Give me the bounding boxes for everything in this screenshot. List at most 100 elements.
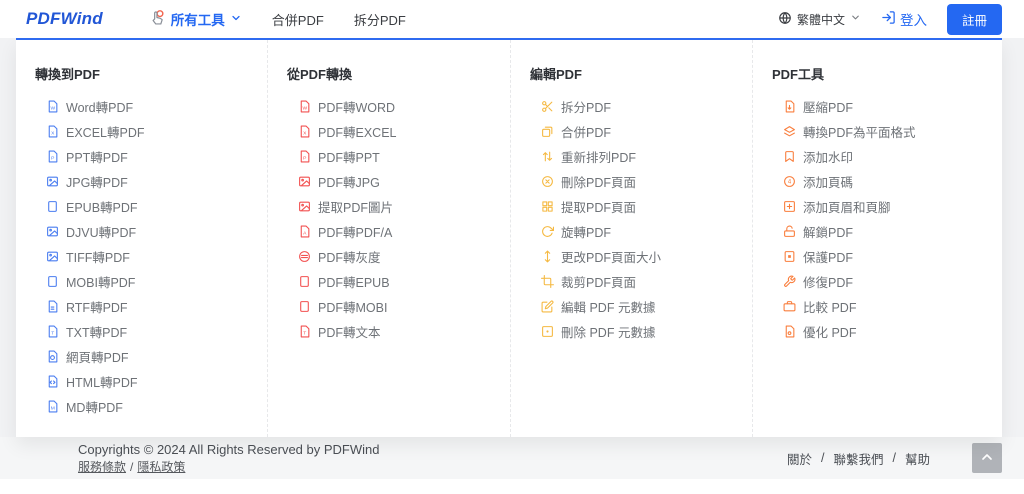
wrench-icon <box>782 275 796 289</box>
separator: / <box>892 451 896 465</box>
about-link[interactable]: 關於 <box>787 449 812 468</box>
menu-item-label: 裁剪PDF頁面 <box>561 276 637 290</box>
scissors-icon <box>540 100 554 114</box>
menu-item[interactable]: EPUB轉PDF <box>35 194 267 219</box>
menu-item-label: 保護PDF <box>803 251 854 265</box>
chevron-down-icon <box>230 12 242 27</box>
menu-item-label: 刪除PDF頁面 <box>561 176 637 190</box>
menu-item[interactable]: 修復PDF <box>772 269 1002 294</box>
legal-links: 服務條款 / 隱私政策 <box>78 459 379 475</box>
menu-item[interactable]: PDF轉MOBI <box>287 294 510 319</box>
menu-item[interactable]: 添加頁眉和頁腳 <box>772 194 1002 219</box>
all-tools-menu-button[interactable]: 所有工具 <box>149 9 242 29</box>
menu-item[interactable]: 拆分PDF <box>530 94 752 119</box>
svg-text:A: A <box>303 230 307 236</box>
svg-text:W: W <box>50 105 55 111</box>
menu-item[interactable]: A PDF轉PDF/A <box>287 219 510 244</box>
menu-item[interactable]: PDF轉EPUB <box>287 269 510 294</box>
logo[interactable]: PDFWind <box>26 9 103 29</box>
menu-item[interactable]: 更改PDF頁面大小 <box>530 244 752 269</box>
menu-item[interactable]: RTF轉PDF <box>35 294 267 319</box>
terms-link[interactable]: 服務條款 <box>78 460 126 474</box>
menu-item[interactable]: 編輯 PDF 元數據 <box>530 294 752 319</box>
file-image-icon <box>45 225 59 239</box>
nav-link-split-pdf[interactable]: 拆分PDF <box>354 10 406 29</box>
menu-item-label: PDF轉EXCEL <box>318 126 397 140</box>
menu-item[interactable]: 提取PDF頁面 <box>530 194 752 219</box>
menu-item[interactable]: PDF轉JPG <box>287 169 510 194</box>
menu-item[interactable]: MOBI轉PDF <box>35 269 267 294</box>
language-selector[interactable]: 繁體中文 <box>778 11 861 28</box>
menu-item-label: 提取PDF頁面 <box>561 201 637 215</box>
file-plain-icon <box>45 300 59 314</box>
svg-text:W: W <box>302 105 307 111</box>
menu-item-label: 拆分PDF <box>561 101 612 115</box>
menu-item[interactable]: 裁剪PDF頁面 <box>530 269 752 294</box>
menu-item[interactable]: P PDF轉PPT <box>287 144 510 169</box>
menu-column-convert-to-pdf: 轉換到PDF W Word轉PDF X EXCEL轉PDF P PPT轉PDF JPG轉PD… <box>16 40 268 437</box>
menu-item[interactable]: X PDF轉EXCEL <box>287 119 510 144</box>
menu-item[interactable]: HTML轉PDF <box>35 369 267 394</box>
menu-item[interactable]: 旋轉PDF <box>530 219 752 244</box>
menu-item[interactable]: 合併PDF <box>530 119 752 144</box>
svg-text:X: X <box>51 130 55 136</box>
nav-link-merge-pdf[interactable]: 合併PDF <box>272 10 324 29</box>
menu-item-label: MD轉PDF <box>66 401 123 415</box>
menu-column-edit-pdf: 編輯PDF 拆分PDF 合併PDF 重新排列PDF 刪除PDF頁面 提取PDF頁面 旋轉P… <box>511 40 753 437</box>
file-text-icon: T <box>45 325 59 339</box>
svg-text:T: T <box>51 330 54 336</box>
menu-item[interactable]: W Word轉PDF <box>35 94 267 119</box>
merge-icon <box>540 125 554 139</box>
menu-item[interactable]: 添加水印 <box>772 144 1002 169</box>
menu-item[interactable]: 優化 PDF <box>772 319 1002 344</box>
flatten-layers-icon <box>782 125 796 139</box>
svg-text:P: P <box>51 155 54 161</box>
login-button[interactable]: 登入 <box>881 9 927 29</box>
column-header: 轉換到PDF <box>35 67 101 82</box>
menu-item[interactable]: 壓縮PDF <box>772 94 1002 119</box>
menu-item[interactable]: JPG轉PDF <box>35 169 267 194</box>
contact-link[interactable]: 聯繫我們 <box>833 449 883 468</box>
menu-item[interactable]: 提取PDF圖片 <box>287 194 510 219</box>
scroll-to-top-button[interactable] <box>972 443 1002 473</box>
menu-item[interactable]: TIFF轉PDF <box>35 244 267 269</box>
menu-item[interactable]: 轉換PDF為平面格式 <box>772 119 1002 144</box>
file-web-icon <box>45 350 59 364</box>
menu-item[interactable]: W PDF轉WORD <box>287 94 510 119</box>
menu-item-label: 比較 PDF <box>803 301 857 315</box>
menu-item-label: EXCEL轉PDF <box>66 126 145 140</box>
help-link[interactable]: 幫助 <box>905 449 930 468</box>
footer-left: Copyrights © 2024 All Rights Reserved by… <box>78 441 379 475</box>
menu-item[interactable]: 網頁轉PDF <box>35 344 267 369</box>
chevron-up-icon <box>979 449 995 468</box>
menu-item-list: 壓縮PDF 轉換PDF為平面格式 添加水印 4 添加頁碼 添加頁眉和頁腳 解鎖PDF 保護PD… <box>772 94 1002 344</box>
register-button[interactable]: 註冊 <box>946 3 1002 35</box>
menu-item-list: W Word轉PDF X EXCEL轉PDF P PPT轉PDF JPG轉PDF EPUB轉P… <box>35 94 267 419</box>
login-icon <box>881 10 896 28</box>
menu-item-label: PDF轉WORD <box>318 101 396 115</box>
menu-item[interactable]: 刪除PDF頁面 <box>530 169 752 194</box>
privacy-link[interactable]: 隱私政策 <box>137 460 185 474</box>
optimize-icon <box>782 325 796 339</box>
book-icon <box>45 200 59 214</box>
menu-item[interactable]: T TXT轉PDF <box>35 319 267 344</box>
menu-item[interactable]: 重新排列PDF <box>530 144 752 169</box>
menu-item-label: 優化 PDF <box>803 326 857 340</box>
reorder-icon <box>540 150 554 164</box>
protect-icon <box>782 250 796 264</box>
file-ppt-icon: P <box>45 150 59 164</box>
menu-item[interactable]: 比較 PDF <box>772 294 1002 319</box>
file-ppt-icon: P <box>297 150 311 164</box>
book-icon <box>45 275 59 289</box>
menu-item[interactable]: 保護PDF <box>772 244 1002 269</box>
svg-text:4: 4 <box>787 180 791 186</box>
menu-item[interactable]: P PPT轉PDF <box>35 144 267 169</box>
menu-item[interactable]: X EXCEL轉PDF <box>35 119 267 144</box>
menu-item[interactable]: 刪除 PDF 元數據 <box>530 319 752 344</box>
menu-item[interactable]: DJVU轉PDF <box>35 219 267 244</box>
menu-item[interactable]: M MD轉PDF <box>35 394 267 419</box>
menu-item[interactable]: PDF轉灰度 <box>287 244 510 269</box>
menu-item[interactable]: 4 添加頁碼 <box>772 169 1002 194</box>
menu-item[interactable]: 解鎖PDF <box>772 219 1002 244</box>
menu-item[interactable]: T PDF轉文本 <box>287 319 510 344</box>
